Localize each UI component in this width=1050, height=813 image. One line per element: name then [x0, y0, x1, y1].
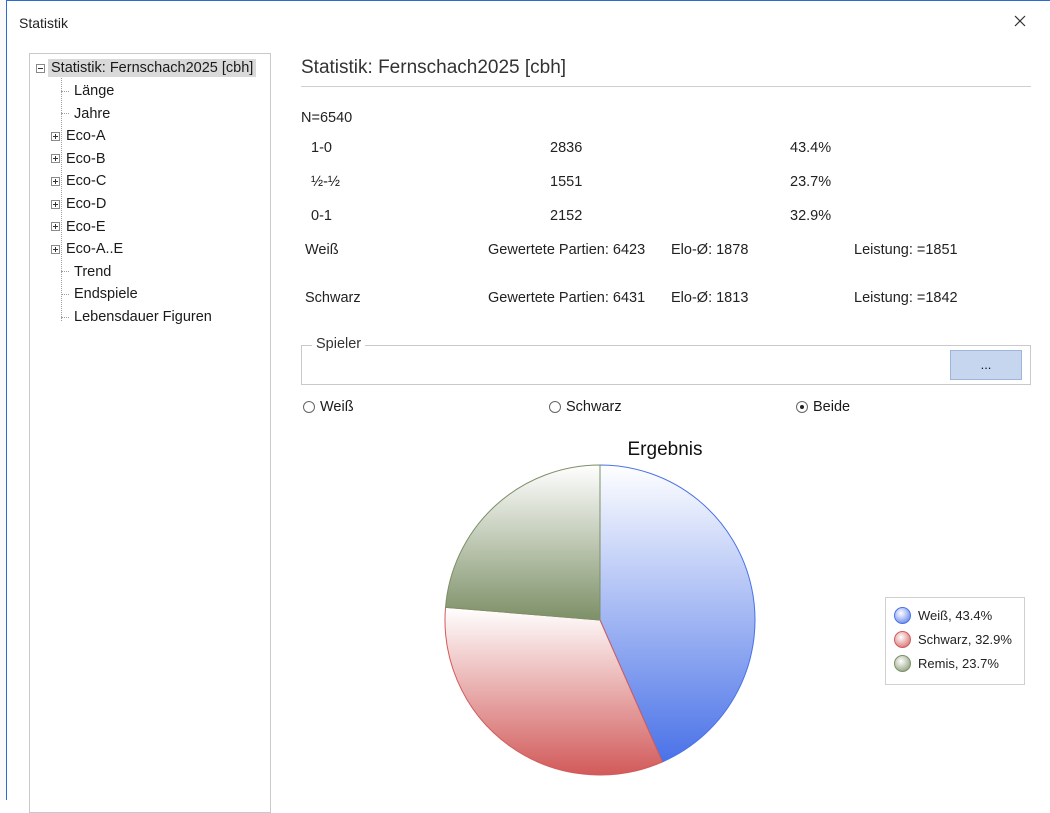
tree-connector — [61, 271, 69, 273]
result-percent-draw: 23.7% — [790, 174, 832, 190]
white-games: Gewertete Partien: 6423 — [488, 242, 646, 258]
statistik-dialog: Statistik Statistik: Fernschach2025 [cbh… — [6, 0, 1050, 813]
tree-item-eco-a-e[interactable]: Eco-A..E — [51, 238, 126, 260]
legend-label: Schwarz, 32.9% — [918, 632, 1012, 647]
tree-item-label: Trend — [74, 263, 112, 280]
white-performance: Leistung: =1851 — [854, 242, 958, 258]
statistics-content: Statistik: Fernschach2025 [cbh] N=6540 1… — [301, 53, 1031, 801]
close-icon — [1014, 15, 1026, 27]
black-label: Schwarz — [305, 290, 361, 306]
radio-black[interactable]: Schwarz — [549, 399, 622, 415]
tree-connector — [61, 113, 69, 115]
result-count-white-win: 2836 — [550, 140, 583, 156]
pie-slice-remis — [444, 464, 601, 621]
tree-item-label: Eco-B — [66, 150, 106, 167]
tree-item-label: Jahre — [74, 105, 111, 122]
result-count-draw: 1551 — [550, 174, 583, 190]
tree-connector — [61, 90, 69, 92]
tree-item-eco-a[interactable]: Eco-A — [51, 125, 109, 147]
collapse-icon[interactable] — [36, 63, 45, 73]
radio-indicator[interactable] — [796, 401, 808, 413]
total-games: N=6540 — [301, 110, 353, 126]
tree-item-eco-b[interactable]: Eco-B — [51, 148, 109, 170]
title-bar: Statistik — [7, 1, 1050, 43]
tree-item-endspiele[interactable]: Endspiele — [61, 283, 141, 305]
result-label-black-win: 0-1 — [311, 208, 332, 224]
legend-swatch — [894, 631, 911, 648]
legend-item: Remis, 23.7% — [894, 655, 999, 672]
radio-both[interactable]: Beide — [796, 399, 850, 415]
white-label: Weiß — [305, 242, 339, 258]
result-label-draw: ½-½ — [311, 174, 341, 190]
radio-white-label: Weiß — [320, 399, 354, 415]
tree-item-eco-d[interactable]: Eco-D — [51, 193, 109, 215]
tree-item-label: Länge — [74, 83, 115, 99]
chart-legend: Weiß, 43.4% Schwarz, 32.9% Remis, 23.7% — [885, 597, 1025, 685]
expand-icon[interactable] — [51, 154, 60, 164]
tree-item-eco-e[interactable]: Eco-E — [51, 216, 109, 238]
radio-indicator[interactable] — [549, 401, 561, 413]
expand-icon[interactable] — [51, 244, 60, 254]
result-count-black-win: 2152 — [550, 208, 583, 224]
tree-item-label: Eco-A..E — [66, 241, 124, 258]
legend-item: Schwarz, 32.9% — [894, 631, 1012, 648]
radio-black-label: Schwarz — [566, 399, 622, 415]
expand-icon[interactable] — [51, 199, 60, 209]
close-button[interactable] — [1006, 7, 1034, 35]
radio-white[interactable]: Weiß — [303, 399, 354, 415]
radio-both-label: Beide — [813, 399, 851, 415]
browse-player-button[interactable]: ... — [950, 350, 1022, 380]
expand-icon[interactable] — [51, 222, 60, 232]
radio-indicator[interactable] — [303, 401, 315, 413]
spieler-legend: Spieler — [312, 336, 366, 352]
title-divider — [301, 86, 1031, 87]
page-title: Statistik: Fernschach2025 [cbh] — [301, 57, 567, 78]
black-elo: Elo-Ø: 1813 — [671, 290, 749, 306]
legend-label: Weiß, 43.4% — [918, 608, 993, 623]
chart-title: Ergebnis — [628, 439, 703, 460]
expand-icon[interactable] — [51, 176, 60, 186]
tree-connector — [61, 316, 69, 318]
expand-icon[interactable] — [51, 131, 60, 141]
tree-root-label: Statistik: Fernschach2025 [cbh] — [48, 59, 257, 77]
white-elo: Elo-Ø: 1878 — [671, 242, 749, 258]
tree-item-label: Eco-E — [66, 218, 106, 235]
tree-item-jahre[interactable]: Jahre — [61, 103, 113, 125]
legend-label: Remis, 23.7% — [918, 656, 999, 671]
tree-item-label: Eco-C — [66, 173, 107, 190]
tree-connector — [61, 293, 69, 295]
tree-item-label: Eco-A — [66, 128, 106, 145]
black-performance: Leistung: =1842 — [854, 290, 958, 306]
spieler-groupbox: Spieler ... — [301, 336, 1031, 385]
tree-item-länge[interactable]: Länge — [61, 80, 117, 102]
statistics-tree[interactable]: Statistik: Fernschach2025 [cbh] Länge Jah… — [29, 53, 271, 813]
tree-item-label: Lebensdauer Figuren — [74, 309, 212, 325]
tree-item-label: Endspiele — [74, 286, 138, 303]
tree-item-lebensdauer-figuren[interactable]: Lebensdauer Figuren — [61, 306, 215, 328]
tree-item-eco-c[interactable]: Eco-C — [51, 170, 109, 192]
tree-item-label: Eco-D — [66, 196, 107, 212]
result-percent-black-win: 32.9% — [790, 208, 832, 224]
tree-item-trend[interactable]: Trend — [61, 261, 114, 283]
legend-swatch — [894, 655, 911, 672]
result-percent-white-win: 43.4% — [790, 140, 832, 156]
black-games: Gewertete Partien: 6431 — [488, 290, 646, 306]
window-title: Statistik — [19, 15, 69, 31]
result-label-white-win: 1-0 — [311, 140, 332, 156]
tree-root-item[interactable]: Statistik: Fernschach2025 [cbh] — [36, 57, 257, 79]
legend-item: Weiß, 43.4% — [894, 607, 992, 624]
legend-swatch — [894, 607, 911, 624]
